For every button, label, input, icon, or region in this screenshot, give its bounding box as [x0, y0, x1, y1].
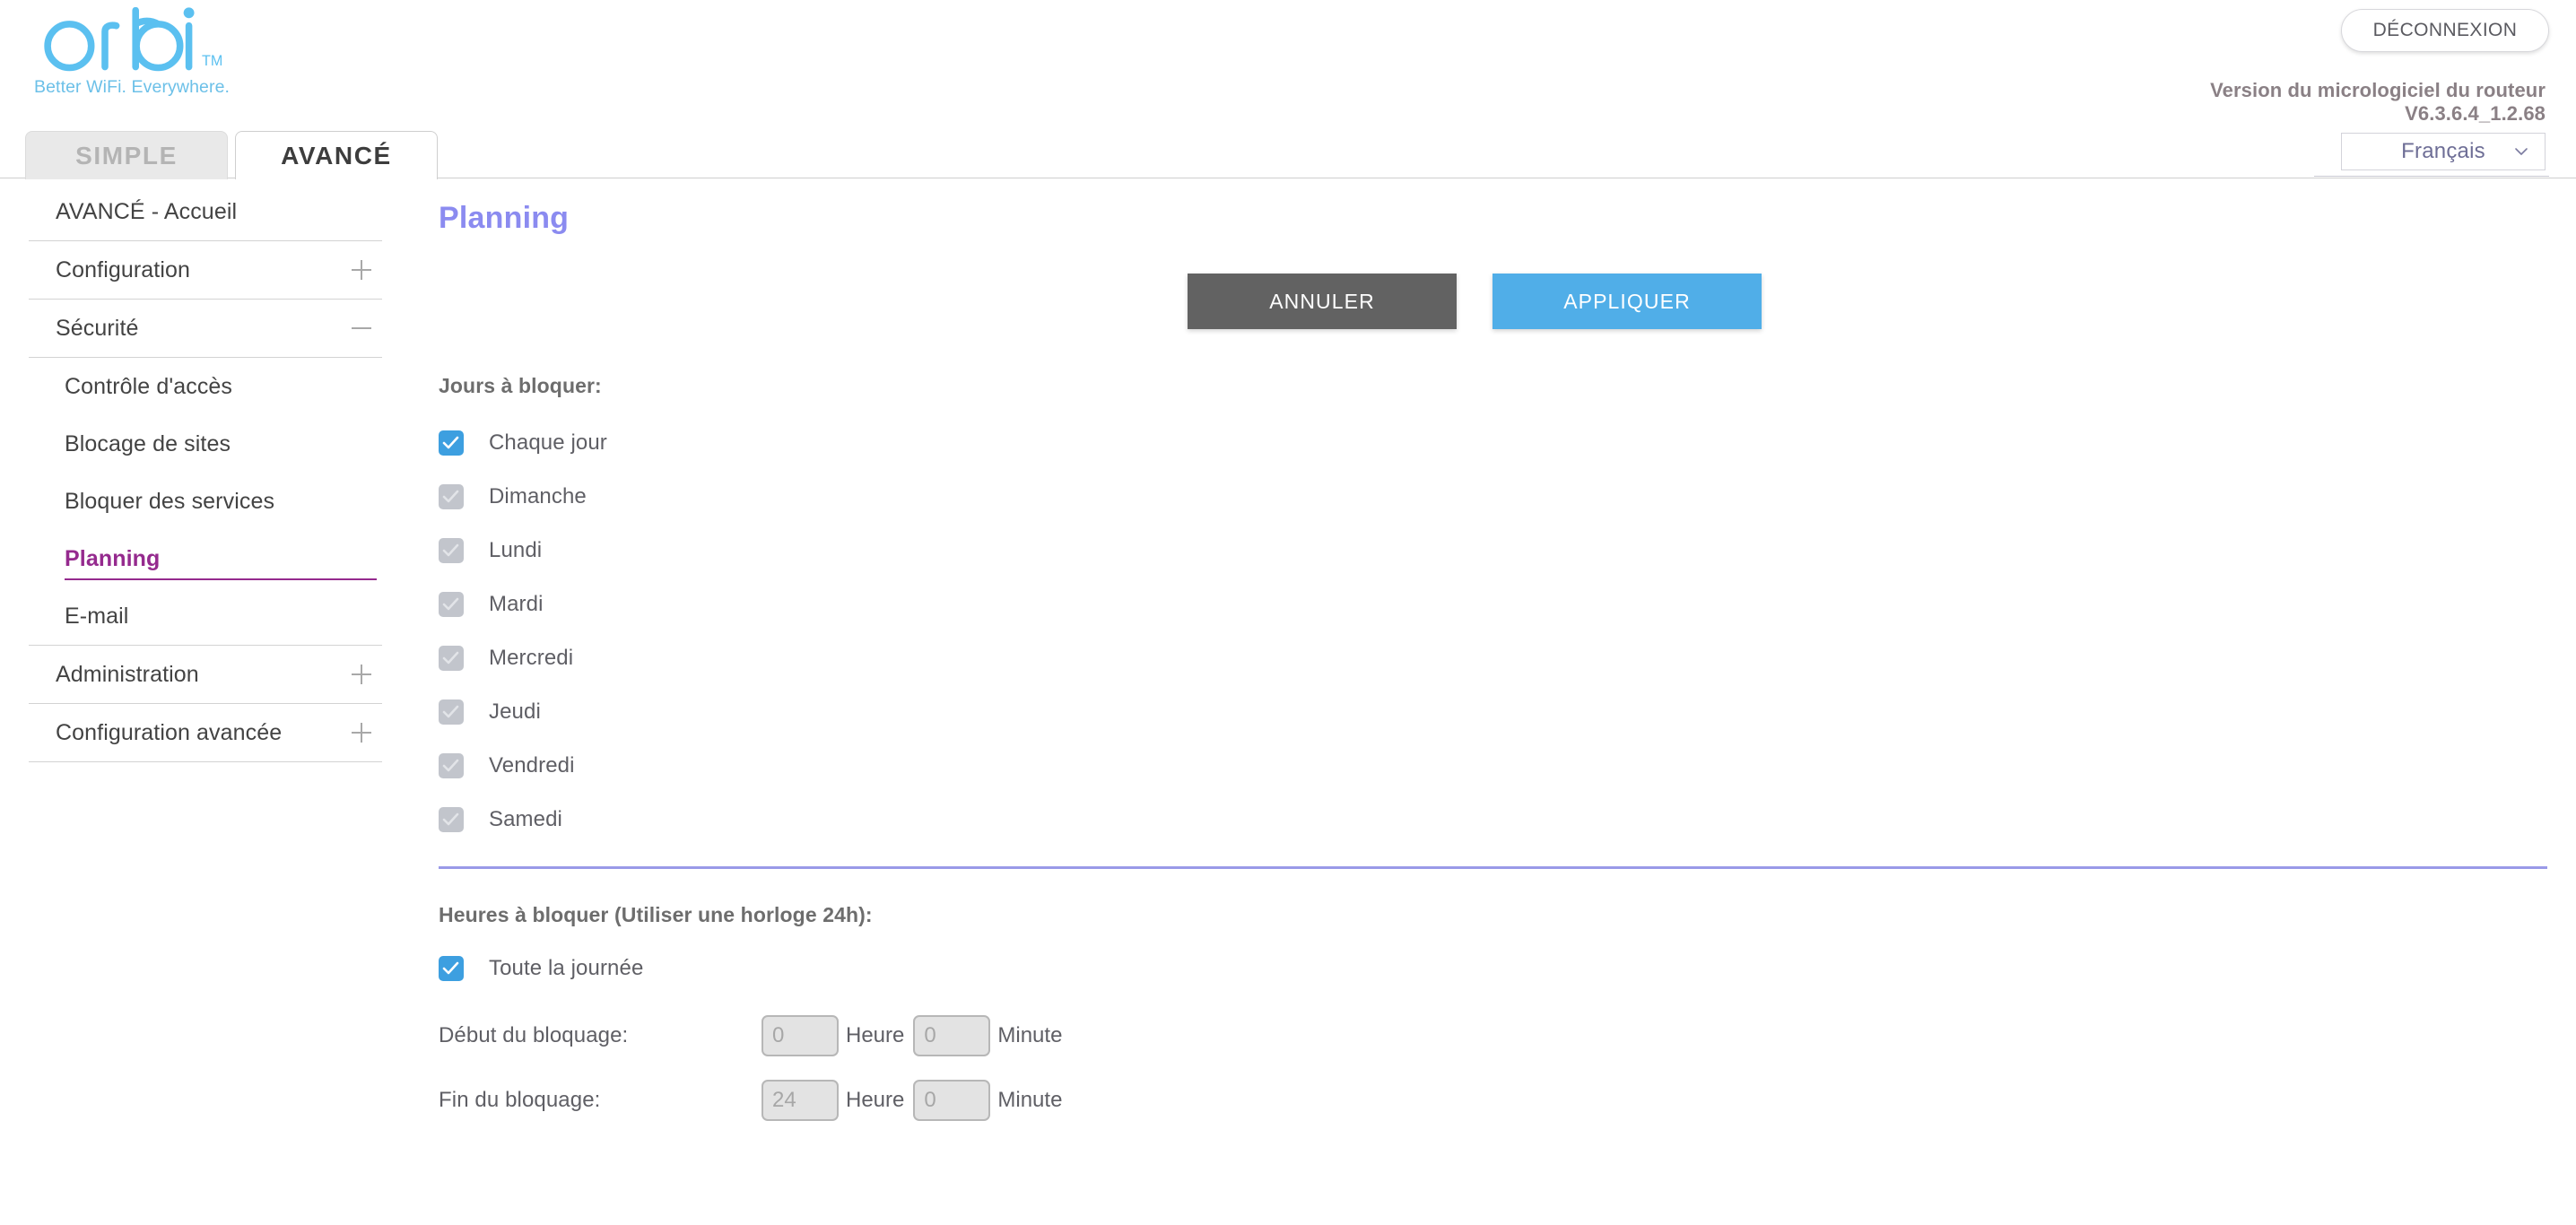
sidebar-active-underline	[65, 578, 377, 580]
checkbox-label: Toute la journée	[489, 956, 644, 980]
tab-simple[interactable]: SIMPLE	[25, 131, 228, 179]
plus-icon[interactable]	[352, 665, 371, 684]
block-start-minute-unit: Minute	[997, 1023, 1063, 1047]
brand-tagline: Better WiFi. Everywhere.	[34, 77, 231, 97]
checkbox-dimanche	[439, 484, 464, 509]
checkbox-lundi	[439, 538, 464, 563]
checkbox-row-vendredi: Vendredi	[439, 739, 2576, 793]
block-end-label: Fin du bloquage:	[439, 1088, 601, 1112]
checkbox-row-chaque-jour[interactable]: Chaque jour	[439, 416, 2576, 470]
checkbox-vendredi	[439, 753, 464, 778]
logout-button[interactable]: DÉCONNEXION	[2341, 9, 2549, 52]
checkbox-label: Vendredi	[489, 753, 575, 778]
action-button-row: ANNULER APPLIQUER	[439, 274, 2576, 329]
block-start-label: Début du bloquage:	[439, 1023, 629, 1047]
sidebar-item-avance-accueil[interactable]: AVANCÉ - Accueil	[0, 183, 418, 240]
block-start-row: Début du bloquage: Heure Minute	[439, 1006, 2576, 1065]
language-select-value: Français	[2401, 139, 2485, 163]
checkbox-chaque-jour[interactable]	[439, 430, 464, 456]
sidebar-item-label: Configuration avancée	[56, 719, 283, 745]
minus-icon[interactable]	[352, 318, 371, 338]
checkbox-jeudi	[439, 699, 464, 725]
sidebar-item-label: Planning	[65, 545, 161, 571]
chevron-down-icon	[2515, 148, 2528, 155]
checkbox-label: Mardi	[489, 592, 544, 616]
checkbox-row-toute-la-journee[interactable]: Toute la journée	[439, 943, 2576, 994]
block-end-fields: Heure Minute	[761, 1080, 1071, 1121]
section-divider	[439, 866, 2547, 869]
firmware-version-block: Version du micrologiciel du routeur V6.3…	[2210, 79, 2546, 126]
block-start-fields: Heure Minute	[761, 1015, 1071, 1056]
checkbox-row-dimanche: Dimanche	[439, 470, 2576, 524]
checkbox-label: Lundi	[489, 538, 543, 562]
sidebar-item-label: Sécurité	[56, 315, 139, 341]
sidebar-divider	[29, 761, 382, 762]
cancel-button[interactable]: ANNULER	[1188, 274, 1457, 329]
sidebar-item-label: Configuration	[56, 256, 191, 282]
block-start-minute-input[interactable]	[913, 1015, 991, 1056]
sidebar-item-label: Bloquer des services	[65, 488, 275, 514]
block-end-minute-unit: Minute	[997, 1088, 1063, 1112]
mode-tabs: SIMPLE AVANCÉ	[25, 129, 438, 179]
apply-button[interactable]: APPLIQUER	[1493, 274, 1762, 329]
sidebar-item-label: Contrôle d'accès	[65, 373, 233, 399]
checkbox-label: Samedi	[489, 807, 562, 831]
block-end-row: Fin du bloquage: Heure Minute	[439, 1071, 2576, 1130]
brand-block: TM Better WiFi. Everywhere.	[29, 7, 405, 98]
checkbox-mardi	[439, 592, 464, 617]
header-divider	[2314, 176, 2549, 177]
sidebar-item-label: AVANCÉ - Accueil	[56, 198, 238, 224]
checkbox-row-jeudi: Jeudi	[439, 685, 2576, 739]
sidebar-item-label: Blocage de sites	[65, 430, 231, 456]
block-start-hour-unit: Heure	[846, 1023, 905, 1047]
block-end-hour-unit: Heure	[846, 1088, 905, 1112]
plus-icon[interactable]	[352, 260, 371, 280]
days-checkbox-list: Chaque jour Dimanche Lundi Mardi Mercred…	[439, 416, 2576, 847]
checkbox-samedi	[439, 807, 464, 832]
block-start-hour-input[interactable]	[761, 1015, 839, 1056]
checkbox-label: Dimanche	[489, 484, 587, 508]
sidebar-item-planning[interactable]: Planning	[0, 530, 418, 587]
plus-icon[interactable]	[352, 723, 371, 743]
sidebar-item-email[interactable]: E-mail	[0, 587, 418, 645]
hours-section-legend: Heures à bloquer (Utiliser une horloge 2…	[439, 903, 873, 926]
checkbox-mercredi	[439, 646, 464, 671]
page-title: Planning	[439, 201, 570, 235]
checkbox-label: Jeudi	[489, 699, 541, 724]
main-content: Planning ANNULER APPLIQUER Jours à bloqu…	[439, 190, 2576, 1130]
block-end-minute-input[interactable]	[913, 1080, 991, 1121]
block-end-hour-input[interactable]	[761, 1080, 839, 1121]
orbi-router-admin-page: TM Better WiFi. Everywhere. DÉCONNEXION …	[0, 0, 2576, 1225]
sidebar-item-controle-dacces[interactable]: Contrôle d'accès	[0, 358, 418, 415]
days-section-legend: Jours à bloquer:	[439, 374, 602, 397]
checkbox-row-mercredi: Mercredi	[439, 631, 2576, 685]
firmware-version-number: V6.3.6.4_1.2.68	[2405, 102, 2546, 125]
sidebar-nav: AVANCÉ - Accueil Configuration Sécurité …	[0, 179, 418, 762]
sidebar-item-label: E-mail	[65, 603, 129, 629]
sidebar-item-configuration[interactable]: Configuration	[0, 241, 418, 299]
language-select[interactable]: Français	[2341, 133, 2546, 170]
sidebar-item-securite[interactable]: Sécurité	[0, 300, 418, 357]
checkbox-toute-la-journee[interactable]	[439, 956, 464, 981]
sidebar-item-blocage-de-sites[interactable]: Blocage de sites	[0, 415, 418, 473]
sidebar-item-bloquer-des-services[interactable]: Bloquer des services	[0, 473, 418, 530]
sidebar-item-label: Administration	[56, 661, 199, 687]
checkbox-row-mardi: Mardi	[439, 578, 2576, 631]
firmware-version-title: Version du micrologiciel du routeur	[2210, 79, 2546, 101]
sidebar-item-administration[interactable]: Administration	[0, 646, 418, 703]
checkbox-label: Chaque jour	[489, 430, 607, 455]
orbi-logo: TM	[44, 7, 222, 72]
checkbox-row-samedi: Samedi	[439, 793, 2576, 847]
svg-text:TM: TM	[202, 53, 222, 69]
checkbox-row-lundi: Lundi	[439, 524, 2576, 578]
sidebar-item-configuration-avancee[interactable]: Configuration avancée	[0, 704, 418, 761]
tab-avance[interactable]: AVANCÉ	[235, 131, 438, 179]
checkbox-label: Mercredi	[489, 646, 574, 670]
